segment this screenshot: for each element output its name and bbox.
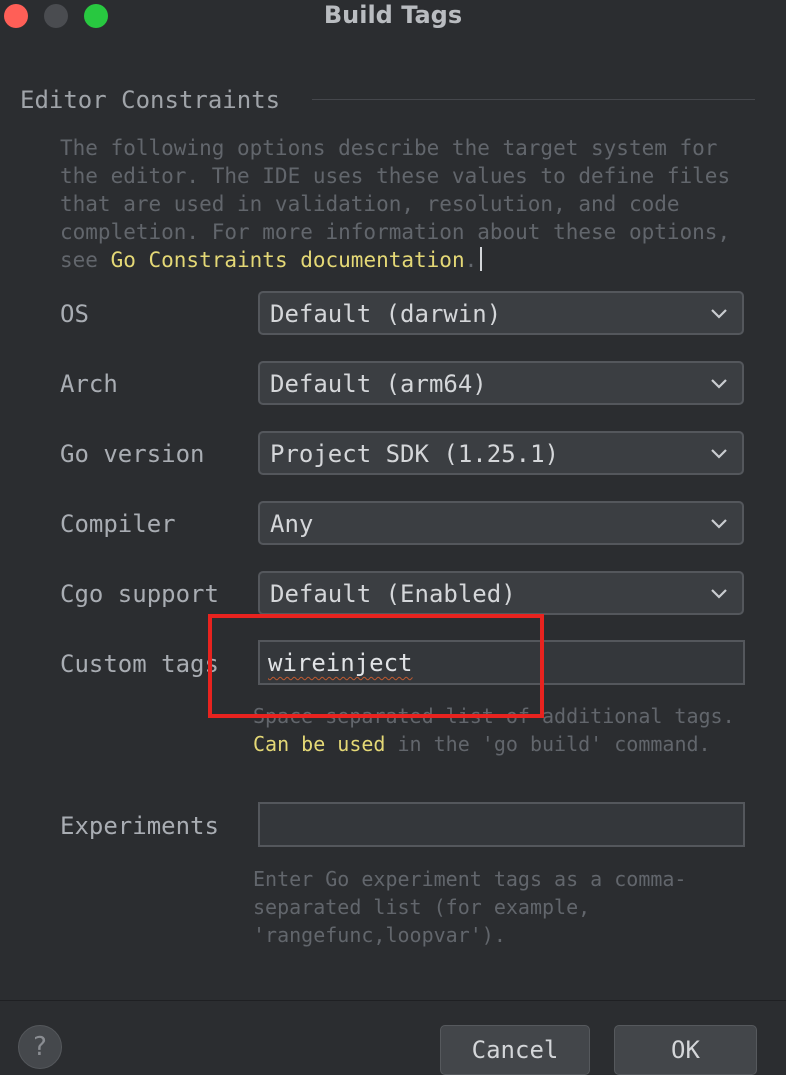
section-title: Editor Constraints xyxy=(20,84,291,116)
custom-tags-label: Custom tags xyxy=(60,650,219,678)
cancel-button[interactable]: Cancel xyxy=(440,1025,590,1075)
os-select-value: Default (darwin) xyxy=(270,300,502,328)
can-be-used-link[interactable]: Can be used xyxy=(253,732,385,756)
arch-select[interactable]: Default (arm64) xyxy=(258,361,744,405)
chevron-down-icon xyxy=(711,449,727,459)
window-title: Build Tags xyxy=(323,1,463,29)
os-select[interactable]: Default (darwin) xyxy=(258,291,744,335)
help-icon: ? xyxy=(33,1032,47,1062)
footer-divider xyxy=(0,1000,786,1001)
arch-select-value: Default (arm64) xyxy=(270,370,487,398)
os-label: OS xyxy=(60,300,89,328)
go-version-label: Go version xyxy=(60,440,205,468)
compiler-select[interactable]: Any xyxy=(258,501,744,545)
chevron-down-icon xyxy=(711,589,727,599)
go-constraints-doc-link[interactable]: Go Constraints documentation xyxy=(111,248,465,272)
go-version-select[interactable]: Project SDK (1.25.1) xyxy=(258,431,744,475)
chevron-down-icon xyxy=(711,519,727,529)
chevron-down-icon xyxy=(711,379,727,389)
highlight-box xyxy=(208,614,544,718)
cgo-support-label: Cgo support xyxy=(60,580,219,608)
ok-button[interactable]: OK xyxy=(614,1025,757,1075)
cgo-support-select[interactable]: Default (Enabled) xyxy=(258,571,744,615)
custom-tags-hint-end: in the 'go build' command. xyxy=(385,732,711,756)
section-description: The following options describe the targe… xyxy=(60,134,750,274)
arch-label: Arch xyxy=(60,370,118,398)
experiments-hint: Enter Go experiment tags as a comma-sepa… xyxy=(253,867,687,947)
section-divider xyxy=(312,99,755,100)
experiments-label: Experiments xyxy=(60,812,219,840)
go-version-select-value: Project SDK (1.25.1) xyxy=(270,440,559,468)
compiler-label: Compiler xyxy=(60,510,176,538)
text-caret xyxy=(480,247,483,271)
help-button[interactable]: ? xyxy=(18,1025,62,1069)
chevron-down-icon xyxy=(711,309,727,319)
title-bar: Build Tags xyxy=(0,0,786,32)
experiments-input[interactable] xyxy=(258,802,745,847)
cgo-support-select-value: Default (Enabled) xyxy=(270,580,516,608)
compiler-select-value: Any xyxy=(270,510,314,538)
description-end: . xyxy=(464,248,478,272)
